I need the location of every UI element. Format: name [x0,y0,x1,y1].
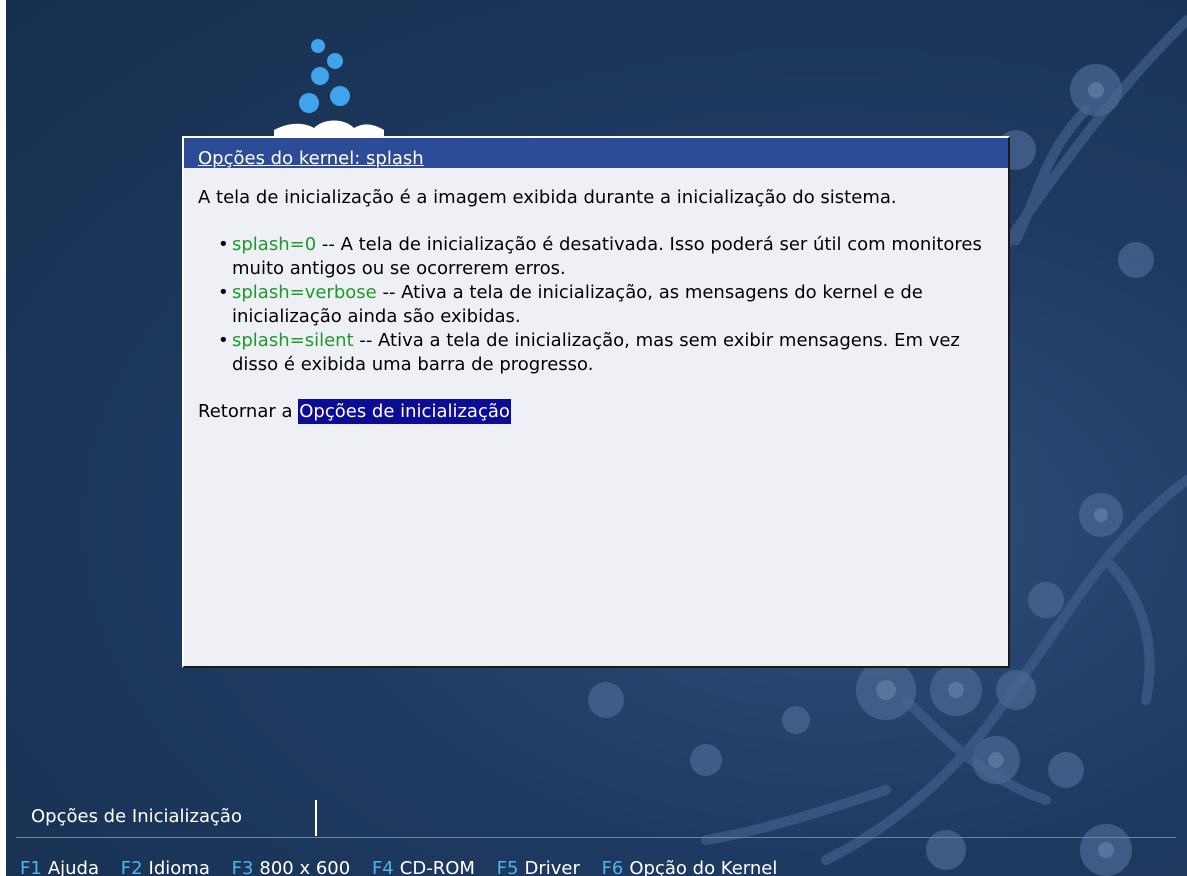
function-key-bar: F1 Ajuda F2 Idioma F3 800 x 600 F4 CD-ROM F5… [20,858,793,876]
list-item: splash=0 -- A tela de inicialização é de… [218,233,988,281]
list-item: splash=silent -- Ativa a tela de inicial… [218,329,988,377]
option-description: -- A tela de inicialização é desativada.… [232,234,982,279]
back-link[interactable]: Opções de inicialização [298,399,511,424]
dialog-title: Opções do kernel: splash [198,148,424,169]
option-list: splash=0 -- A tela de inicialização é de… [198,233,988,377]
back-prefix: Retornar a [198,401,299,422]
boot-screen: Opções do kernel: splash A tela de inici… [6,0,1187,876]
option-keyword: splash=verbose [232,282,377,303]
help-dialog: Opções do kernel: splash A tela de inici… [182,136,1010,668]
dialog-body: A tela de inicialização é a imagem exibi… [198,186,988,442]
distro-logo [274,39,384,140]
intro-text: A tela de inicialização é a imagem exibi… [198,187,897,208]
fkey-language[interactable]: F2 Idioma [121,858,210,876]
option-keyword: splash=0 [232,234,317,255]
fkey-help[interactable]: F1 Ajuda [20,858,99,876]
back-line: Retornar a Opções de inicialização [198,399,988,424]
boot-options-input-cursor[interactable] [315,800,317,836]
boot-options-divider [16,837,1176,838]
boot-options-label: Opções de Inicialização [31,806,242,827]
dialog-title-bar: Opções do kernel: splash [184,138,1008,168]
fkey-source[interactable]: F4 CD-ROM [372,858,475,876]
option-keyword: splash=silent [232,330,354,351]
fkey-resolution[interactable]: F3 800 x 600 [232,858,351,876]
list-item: splash=verbose -- Ativa a tela de inicia… [218,281,988,329]
fkey-driver[interactable]: F5 Driver [497,858,580,876]
fkey-kernel-options[interactable]: F6 Opção do Kernel [602,858,778,876]
